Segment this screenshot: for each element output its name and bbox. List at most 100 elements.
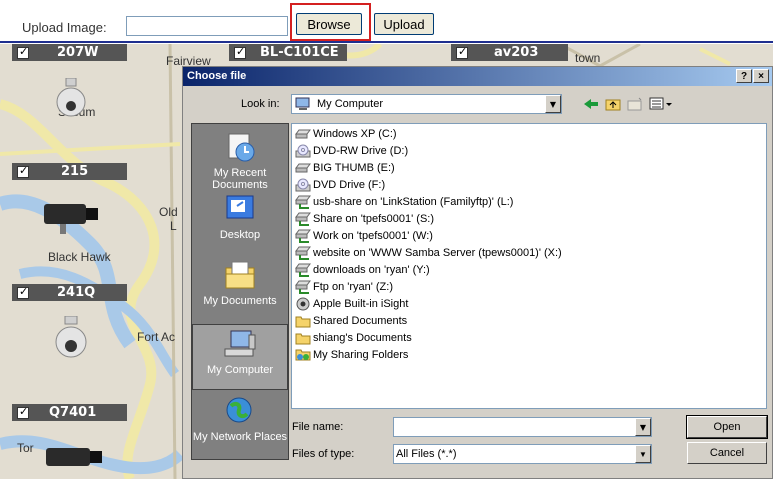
sharing-folder-icon [294,348,311,362]
place-label: My Network Places [192,431,288,443]
camera-checkbox[interactable] [234,45,246,59]
file-list[interactable]: Windows XP (C:) DVD-RW Drive (D:) BIG TH… [291,123,767,409]
camera-tag[interactable]: 215 [12,163,127,180]
dome-camera-icon[interactable] [52,78,92,118]
camera-tag[interactable]: Q7401 [12,404,127,421]
look-in-label: Look in: [241,98,280,110]
browse-button[interactable]: Browse [296,13,362,35]
hard-drive-icon [294,127,311,141]
network-drive-icon [294,280,311,294]
file-item[interactable]: website on 'WWW Samba Server (tpews0001)… [294,245,562,261]
chevron-down-icon[interactable]: ▼ [635,445,651,463]
hard-drive-icon [294,161,311,175]
place-label: Desktop [219,229,261,241]
look-in-dropdown[interactable]: My Computer ▼ [291,94,562,114]
file-name: Shared Documents [313,315,408,327]
map-label: Black Hawk [48,250,111,264]
camera-checkbox[interactable] [17,405,29,419]
place-desktop[interactable]: Desktop [192,190,288,256]
network-places-icon [226,397,252,423]
camera-checkbox[interactable] [456,45,468,59]
box-camera-icon[interactable] [36,196,102,236]
my-computer-icon [295,97,310,110]
my-computer-icon [224,330,256,357]
file-item[interactable]: DVD Drive (F:) [294,177,385,193]
app-root: Upload Image: Browse Upload Fairview tow… [0,0,773,479]
my-documents-icon [225,261,255,289]
camera-name: 207W [57,45,99,60]
file-name: downloads on 'ryan' (Y:) [313,264,430,276]
upload-bar: Upload Image: Browse Upload [0,0,773,43]
network-drive-icon [294,212,311,226]
dvd-drive-icon [294,144,311,158]
upload-image-label: Upload Image: [22,20,107,35]
view-menu-icon[interactable] [648,96,674,112]
upload-button[interactable]: Upload [374,13,434,35]
look-in-value: My Computer [317,98,384,110]
map-label: Fort Ac [137,330,176,344]
place-recent-documents[interactable]: My Recent Documents [192,128,288,194]
back-arrow-icon[interactable] [582,96,600,112]
files-of-type-dropdown[interactable]: All Files (*.*) ▼ [393,444,652,464]
close-button[interactable]: × [753,69,769,83]
file-item[interactable]: shiang's Documents [294,330,412,346]
camera-name: Q7401 [49,405,97,420]
file-item[interactable]: Shared Documents [294,313,407,329]
file-item[interactable]: Windows XP (C:) [294,126,397,142]
desktop-icon [226,195,254,219]
file-name: Share on 'tpefs0001' (S:) [313,213,434,225]
place-network-places[interactable]: My Network Places [192,392,288,458]
file-item[interactable]: Share on 'tpefs0001' (S:) [294,211,434,227]
upload-path-input[interactable] [126,16,288,36]
dome-camera-icon[interactable] [50,316,94,360]
camera-device-icon [294,297,311,311]
file-name: Ftp on 'ryan' (Z:) [313,281,393,293]
file-item[interactable]: BIG THUMB (E:) [294,160,395,176]
up-folder-icon[interactable] [604,96,622,112]
file-item[interactable]: DVD-RW Drive (D:) [294,143,408,159]
file-name: DVD Drive (F:) [313,179,386,191]
dialog-title-bar[interactable]: Choose file ? × [183,67,772,86]
file-item[interactable]: My Sharing Folders [294,347,408,363]
files-of-type-value: All Files (*.*) [396,448,457,460]
file-name: shiang's Documents [313,332,412,344]
choose-file-dialog: Choose file ? × Look in: My Computer ▼ M… [182,66,773,479]
chevron-down-icon[interactable]: ▼ [635,418,651,436]
camera-tag[interactable]: 241Q [12,284,127,301]
place-my-computer[interactable]: My Computer [192,324,288,390]
open-button[interactable]: Open [686,415,768,439]
file-item[interactable]: Work on 'tpefs0001' (W:) [294,228,433,244]
camera-tag[interactable]: av203 [451,44,568,61]
dialog-title: Choose file [187,70,247,82]
camera-checkbox[interactable] [17,285,29,299]
map-label: Tor [17,441,34,455]
file-item[interactable]: Apple Built-in iSight [294,296,408,312]
dvd-drive-icon [294,178,311,192]
file-name: BIG THUMB (E:) [313,162,395,174]
file-item[interactable]: usb-share on 'LinkStation (Familyftp)' (… [294,194,513,210]
map-label: L [170,219,177,233]
file-name: website on 'WWW Samba Server (tpews0001)… [313,247,562,259]
file-name: My Sharing Folders [313,349,409,361]
place-label: My Documents [203,295,277,307]
places-bar: My Recent Documents Desktop My Documents [191,123,289,460]
help-button[interactable]: ? [736,69,752,83]
network-drive-icon [294,195,311,209]
camera-checkbox[interactable] [17,164,29,178]
new-folder-icon[interactable] [626,96,644,112]
camera-name: BL-C101CE [260,45,339,60]
box-camera-icon[interactable] [40,440,104,476]
folder-icon [294,331,311,345]
file-name-input[interactable]: ▼ [393,417,652,437]
cancel-button[interactable]: Cancel [687,442,767,464]
file-item[interactable]: Ftp on 'ryan' (Z:) [294,279,393,295]
camera-checkbox[interactable] [17,45,29,59]
camera-tag[interactable]: 207W [12,44,127,61]
file-name: DVD-RW Drive (D:) [313,145,409,157]
folder-icon [294,314,311,328]
place-my-documents[interactable]: My Documents [192,256,288,322]
file-item[interactable]: downloads on 'ryan' (Y:) [294,262,430,278]
map-label: Old [159,205,178,219]
chevron-down-icon[interactable]: ▼ [545,95,561,113]
camera-tag[interactable]: BL-C101CE [229,44,347,61]
